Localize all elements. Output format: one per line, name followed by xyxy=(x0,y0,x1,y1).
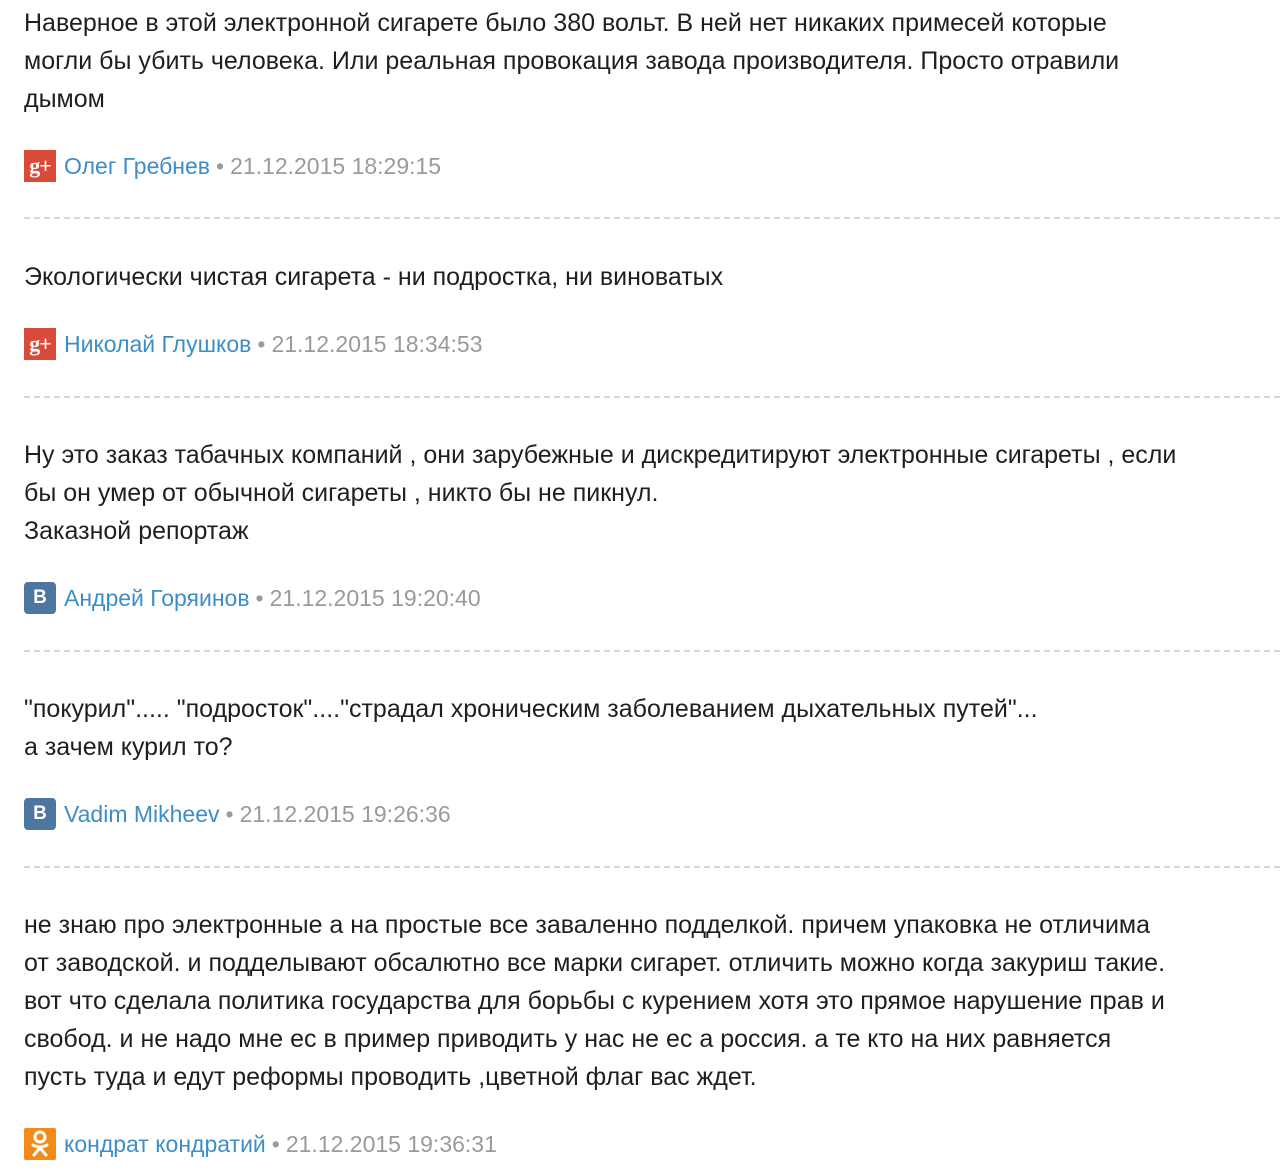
comment-text: Экологически чистая сигарета - ни подрос… xyxy=(24,263,724,291)
comment-author-link[interactable]: Олег Гребнев xyxy=(64,153,210,180)
comment-author-link[interactable]: Николай Глушков xyxy=(64,331,251,358)
meta-separator: • xyxy=(255,584,264,611)
comment-text: не знаю про электронные а на простые все… xyxy=(24,911,1166,1091)
comment-meta: g+ Олег Гребнев • 21.12.2015 18:29:15 xyxy=(24,149,441,183)
vk-icon[interactable]: В xyxy=(24,798,56,830)
comment-divider xyxy=(24,650,1280,652)
comment-author-link[interactable]: кондрат кондратий xyxy=(64,1131,266,1158)
google-plus-icon[interactable]: g+ xyxy=(24,328,56,360)
comment-date: 21.12.2015 19:20:40 xyxy=(269,584,481,611)
meta-separator: • xyxy=(216,152,225,179)
comment-date: 21.12.2015 19:36:31 xyxy=(285,1130,497,1157)
comment-text: "покурил"..... "подросток"...."страдал х… xyxy=(24,695,1038,761)
meta-separator: • xyxy=(225,800,234,827)
comment-item: Экологически чистая сигарета - ни подрос… xyxy=(24,258,1280,360)
comment-divider xyxy=(24,866,1280,868)
comment-text: Ну это заказ табачных компаний , они зар… xyxy=(24,441,1177,545)
comment-date: 21.12.2015 18:29:15 xyxy=(230,152,442,179)
comment-date: 21.12.2015 18:34:53 xyxy=(271,330,483,357)
comment-meta: g+ Николай Глушков • 21.12.2015 18:34:53 xyxy=(24,327,483,361)
meta-separator: • xyxy=(257,330,266,357)
comment-divider xyxy=(24,396,1280,398)
comment-divider xyxy=(24,217,1280,219)
comment-author-link[interactable]: Андрей Горяинов xyxy=(64,585,250,612)
comment-author-link[interactable]: Vadim Mikheev xyxy=(64,801,220,828)
comment-item: не знаю про электронные а на простые все… xyxy=(24,906,1280,1160)
comment-text: Наверное в этой электронной сигарете был… xyxy=(24,9,1120,113)
comment-meta: В Vadim Mikheev • 21.12.2015 19:26:36 xyxy=(24,797,451,831)
vk-icon[interactable]: В xyxy=(24,582,56,614)
meta-separator: • xyxy=(271,1130,280,1157)
odnoklassniki-logo-icon xyxy=(31,1130,49,1157)
comment-meta: В Андрей Горяинов • 21.12.2015 19:20:40 xyxy=(24,581,481,615)
comment-meta: кондрат кондратий • 21.12.2015 19:36:31 xyxy=(24,1127,497,1161)
comment-item: Наверное в этой электронной сигарете был… xyxy=(24,4,1280,182)
google-plus-icon[interactable]: g+ xyxy=(24,150,56,182)
comment-item: Ну это заказ табачных компаний , они зар… xyxy=(24,436,1280,614)
odnoklassniki-icon[interactable] xyxy=(24,1128,56,1160)
comment-item: "покурил"..... "подросток"...."страдал х… xyxy=(24,690,1280,830)
comment-date: 21.12.2015 19:26:36 xyxy=(239,800,451,827)
